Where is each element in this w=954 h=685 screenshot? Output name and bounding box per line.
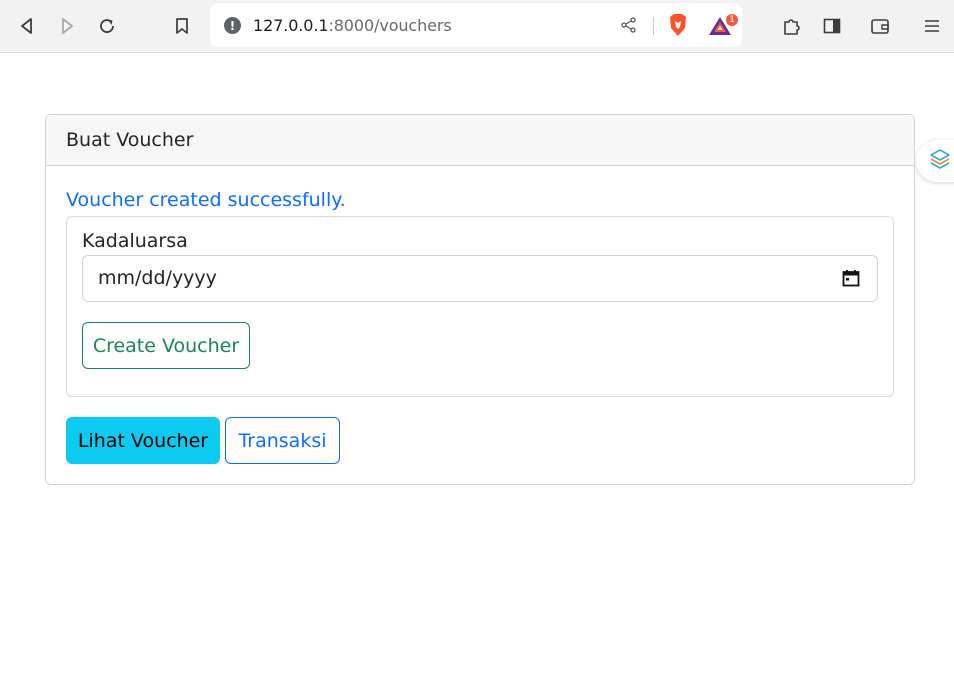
voucher-card: Buat Voucher Voucher created successfull… <box>45 114 915 485</box>
reload-icon[interactable] <box>93 12 121 40</box>
card-title: Buat Voucher <box>66 129 194 151</box>
back-arrow-icon[interactable] <box>13 12 41 40</box>
forward-arrow-icon[interactable] <box>53 12 81 40</box>
bookmark-icon[interactable] <box>168 12 196 40</box>
puzzle-icon[interactable] <box>778 12 806 40</box>
expiry-date-placeholder: mm/dd/yyyy <box>98 267 217 289</box>
url-path: :8000/vouchers <box>328 16 452 35</box>
sidebar-icon[interactable] <box>818 12 846 40</box>
hamburger-menu-icon[interactable] <box>918 12 946 40</box>
wallet-icon[interactable] <box>866 12 894 40</box>
info-icon[interactable]: ! <box>224 17 241 34</box>
expiry-date-input[interactable]: mm/dd/yyyy <box>82 255 878 302</box>
notification-badge: 1 <box>725 13 739 27</box>
share-icon[interactable] <box>615 11 643 39</box>
create-voucher-button[interactable]: Create Voucher <box>82 322 250 369</box>
expiry-label: Kadaluarsa <box>82 230 188 252</box>
side-extension-tab[interactable] <box>916 140 954 182</box>
view-vouchers-button[interactable]: Lihat Voucher <box>66 417 220 464</box>
url-separator <box>653 17 654 35</box>
browser-toolbar: ! 127.0.0.1:8000/vouchers 1 <box>0 0 954 53</box>
transactions-button[interactable]: Transaksi <box>225 417 340 464</box>
voucher-form: Kadaluarsa mm/dd/yyyy Create Voucher <box>66 216 894 397</box>
brave-shields-icon[interactable] <box>664 11 692 39</box>
layers-icon <box>928 147 952 176</box>
success-message: Voucher created successfully. <box>66 189 346 211</box>
url-text[interactable]: 127.0.0.1:8000/vouchers <box>253 16 452 35</box>
card-header: Buat Voucher <box>46 115 914 166</box>
url-host: 127.0.0.1 <box>253 16 329 35</box>
address-bar[interactable]: ! 127.0.0.1:8000/vouchers <box>210 3 742 47</box>
calendar-icon[interactable] <box>842 269 860 292</box>
